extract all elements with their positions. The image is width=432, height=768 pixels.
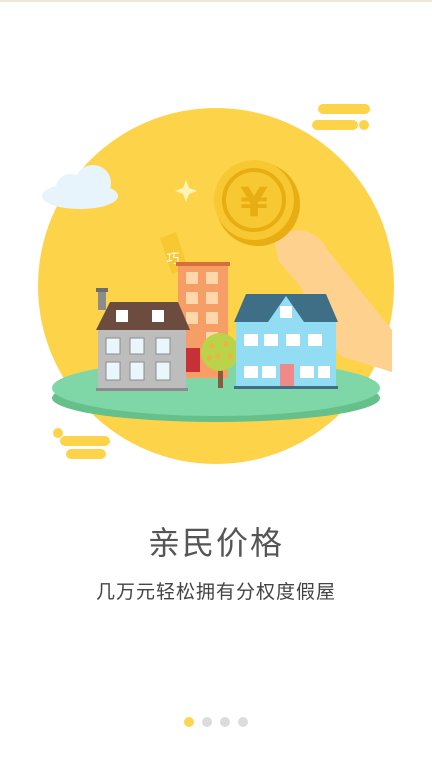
slide-title: 亲民价格 (147, 524, 284, 562)
grey-house (96, 288, 190, 391)
cloud-icon (42, 165, 118, 209)
page-dot-2[interactable] (202, 717, 212, 727)
page-dot-4[interactable] (238, 717, 248, 727)
svg-text:¥: ¥ (240, 180, 268, 226)
blue-house (234, 294, 338, 389)
slide-subtitle: 几万元轻松拥有分权度假屋 (95, 581, 336, 603)
page-dot-3[interactable] (220, 717, 230, 727)
wind-streaks-bottom (53, 428, 110, 459)
page-indicator (0, 716, 432, 728)
hero-illustration: ¥ 巧 (38, 104, 394, 464)
page-dot-1[interactable] (184, 717, 194, 727)
wind-streaks-top (312, 104, 370, 130)
